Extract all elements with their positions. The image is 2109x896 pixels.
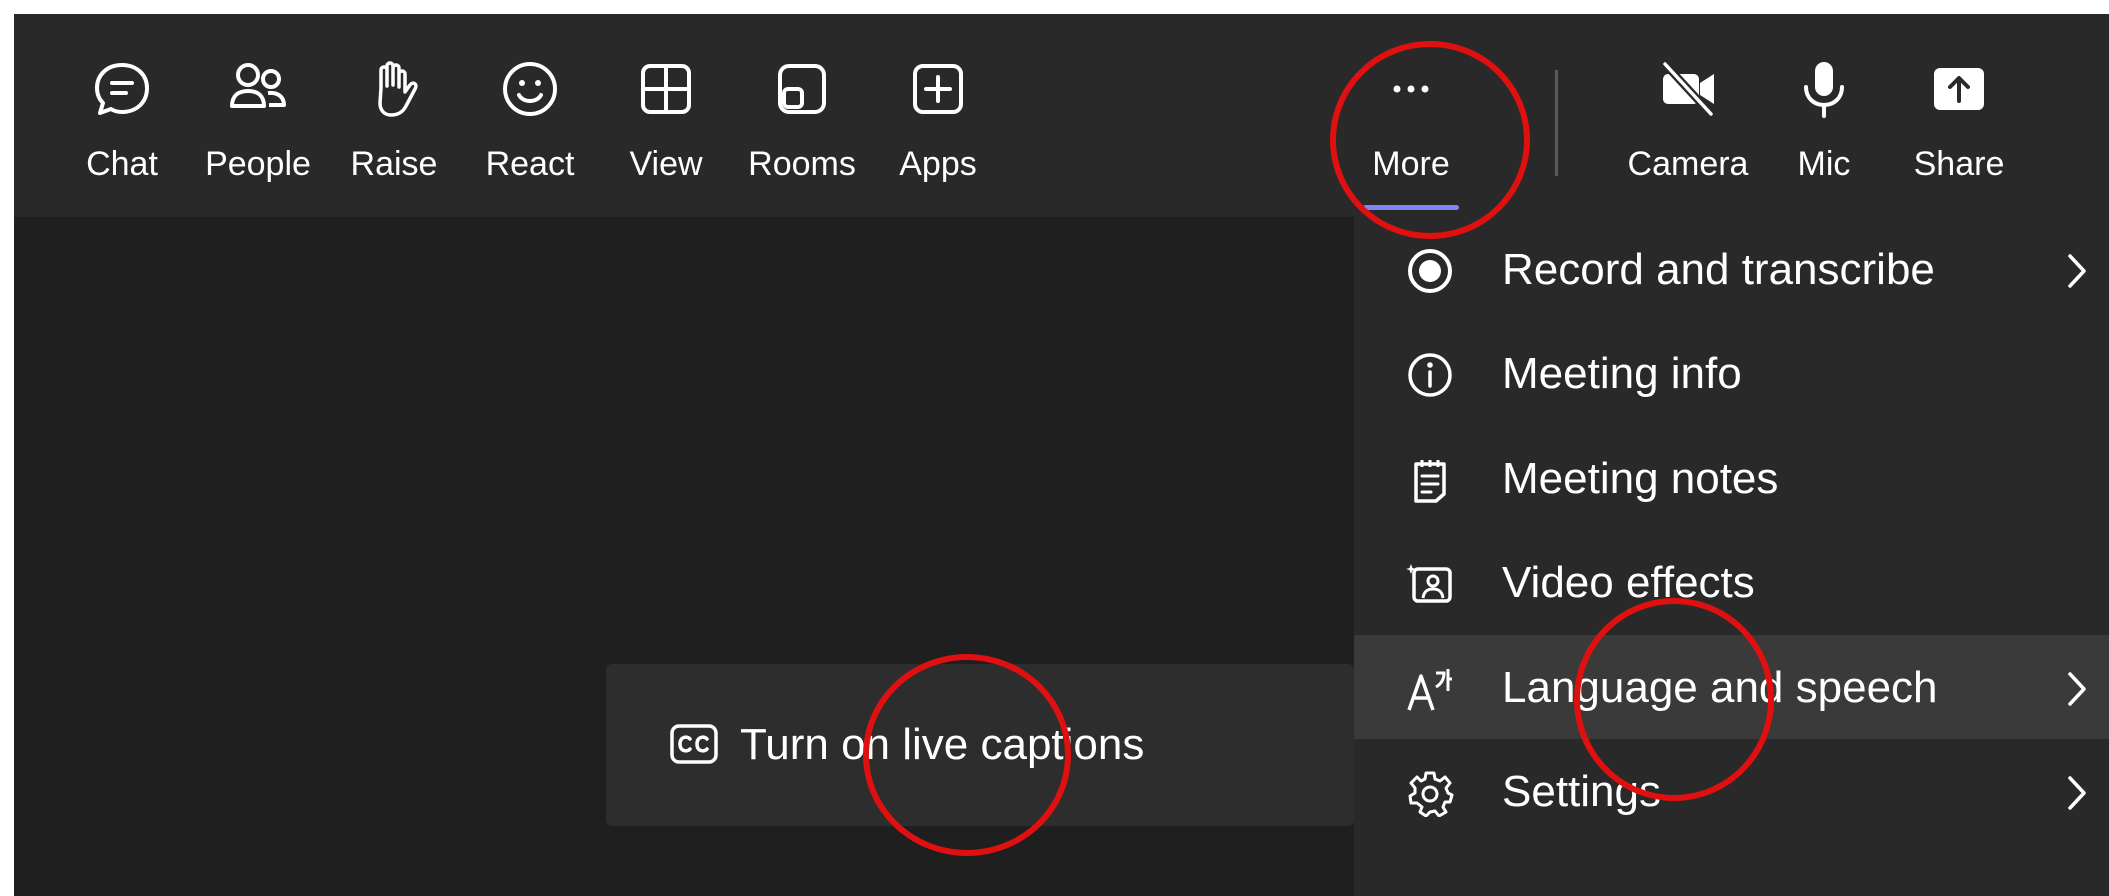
video-effects-icon: [1406, 564, 1452, 603]
react-button[interactable]: React: [455, 14, 605, 217]
language-speech-submenu: Turn on live captions: [606, 664, 1354, 826]
turn-on-live-captions-item[interactable]: Turn on live captions: [606, 664, 1354, 826]
menu-item-meeting-info[interactable]: Meeting info: [1354, 321, 2109, 425]
camera-off-icon: [1662, 61, 1714, 117]
people-icon: [230, 63, 286, 108]
camera-label: Camera: [1627, 145, 1749, 183]
menu-item-label: Language and speech: [1502, 663, 1938, 712]
share-button[interactable]: Share: [1884, 14, 2034, 217]
gear-icon: [1408, 771, 1454, 817]
hand-icon: [378, 61, 418, 117]
chat-icon: [95, 63, 149, 115]
rooms-icon: [778, 64, 826, 114]
menu-item-label: Meeting info: [1502, 349, 1742, 398]
ellipsis-icon: [1393, 85, 1429, 93]
smiley-icon: [503, 62, 557, 116]
menu-item-record-and-transcribe[interactable]: Record and transcribe: [1354, 217, 2109, 321]
menu-item-language-and-speech[interactable]: Language and speech: [1354, 635, 2109, 739]
menu-item-video-effects[interactable]: Video effects: [1354, 530, 2109, 634]
menu-item-label: Record and transcribe: [1502, 245, 1935, 294]
cc-icon: [670, 724, 718, 764]
mic-button[interactable]: Mic: [1749, 14, 1899, 217]
apps-button[interactable]: Apps: [863, 14, 1013, 217]
share-icon: [1934, 68, 1984, 110]
notes-icon: [1414, 460, 1446, 503]
menu-item-label: Meeting notes: [1502, 454, 1779, 503]
mic-label: Mic: [1797, 145, 1851, 183]
share-label: Share: [1913, 145, 2005, 183]
menu-item-meeting-notes[interactable]: Meeting notes: [1354, 426, 2109, 530]
raise-label: Raise: [350, 145, 438, 183]
menu-item-label: Video effects: [1502, 558, 1755, 607]
mic-icon: [1804, 62, 1844, 118]
meeting-window: Chat People Raise React View Rooms Apps …: [14, 14, 2109, 896]
apps-label: Apps: [899, 145, 977, 183]
chat-label: Chat: [86, 145, 158, 183]
chat-button[interactable]: Chat: [47, 14, 197, 217]
more-label: More: [1372, 145, 1450, 183]
more-button[interactable]: More: [1336, 14, 1486, 217]
rooms-label: Rooms: [748, 145, 856, 183]
menu-item-settings[interactable]: Settings: [1354, 739, 2109, 843]
react-label: React: [485, 145, 575, 183]
record-icon: [1408, 249, 1452, 293]
view-button[interactable]: View: [591, 14, 741, 217]
people-button[interactable]: People: [183, 14, 333, 217]
language-icon: [1407, 669, 1452, 711]
toolbar-divider: [1555, 70, 1558, 176]
chevron-right-icon: [2068, 776, 2086, 810]
turn-on-live-captions-label: Turn on live captions: [740, 720, 1145, 769]
camera-button[interactable]: Camera: [1613, 14, 1763, 217]
rooms-button[interactable]: Rooms: [727, 14, 877, 217]
grid-icon: [641, 64, 691, 114]
more-menu: Record and transcribe Meeting info Meeti…: [1354, 217, 2109, 896]
chevron-right-icon: [2068, 672, 2086, 706]
plus-box-icon: [913, 64, 963, 114]
chevron-right-icon: [2068, 254, 2086, 288]
view-label: View: [629, 145, 703, 183]
raise-hand-button[interactable]: Raise: [319, 14, 469, 217]
meeting-toolbar: Chat People Raise React View Rooms Apps …: [14, 14, 2109, 217]
menu-item-label: Settings: [1502, 767, 1661, 816]
info-icon: [1408, 353, 1452, 397]
people-label: People: [205, 145, 311, 183]
active-tab-indicator: [1363, 205, 1459, 210]
